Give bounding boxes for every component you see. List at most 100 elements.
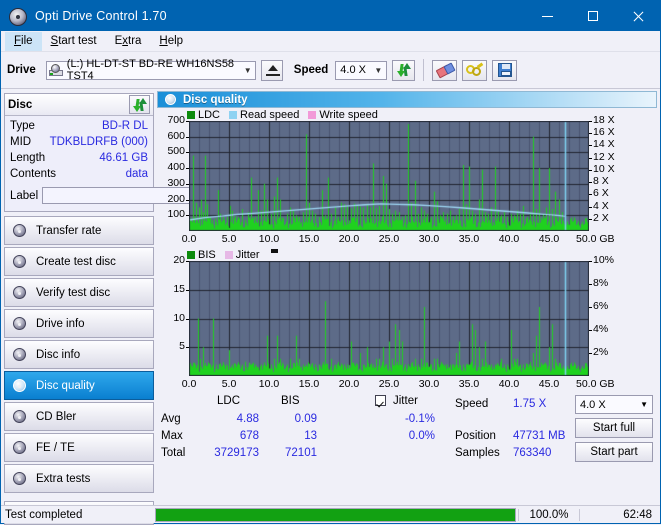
y2-axis-tickmark bbox=[589, 284, 592, 285]
y2-axis-tickmark bbox=[589, 158, 592, 159]
minimize-button[interactable] bbox=[525, 1, 570, 31]
stats-row-max-label: Max bbox=[161, 430, 183, 442]
disc-field-length: Length 46.61 GB bbox=[10, 150, 148, 166]
y-axis-tick: 200 bbox=[157, 193, 185, 205]
drive-icon bbox=[49, 64, 64, 77]
y2-axis-tickmark bbox=[589, 121, 592, 122]
sidebar-item-extra-tests[interactable]: Extra tests bbox=[4, 464, 154, 493]
y2-axis-tick: 2 X bbox=[593, 212, 609, 224]
y-axis-tick: 10 bbox=[157, 312, 185, 324]
y-axis-tick: 700 bbox=[157, 114, 185, 126]
x-axis-tick: 25.0 bbox=[376, 233, 402, 245]
stats-panel: LDC BIS Jitter Avg 4.88 0.09 -0.1% Max 6… bbox=[157, 393, 657, 467]
y2-axis-tick: 10% bbox=[593, 254, 614, 266]
sidebar-item-fe-te[interactable]: FE / TE bbox=[4, 433, 154, 462]
sidebar-item-transfer-rate[interactable]: Transfer rate bbox=[4, 216, 154, 245]
progress-percent: 100.0% bbox=[518, 509, 579, 521]
disc-field-mid-value: TDKBLDRFB (000) bbox=[50, 136, 148, 148]
erase-button[interactable] bbox=[432, 60, 457, 81]
legend-item-jitter: Jitter bbox=[225, 249, 260, 261]
menu-item-extra[interactable]: Extra bbox=[106, 32, 151, 51]
x-axis-tick: 40.0 bbox=[496, 378, 522, 390]
legend-label: Write speed bbox=[319, 109, 378, 121]
drive-select-value: (L:) HL-DT-ST BD-RE WH16NS58 TST4 bbox=[67, 58, 241, 82]
progress-fill bbox=[156, 509, 515, 521]
x-axis-tick: 25.0 bbox=[376, 378, 402, 390]
sidebar-item-verify-test-disc[interactable]: Verify test disc bbox=[4, 278, 154, 307]
maximize-button[interactable] bbox=[570, 1, 615, 31]
top-chart-legend: LDC Read speed Write speed bbox=[157, 108, 657, 121]
disc-field-contents: Contents data bbox=[10, 166, 148, 182]
disc-icon bbox=[8, 348, 30, 361]
y2-axis-tick: 16 X bbox=[593, 126, 615, 138]
top-chart: 1002003004005006007002 X4 X6 X8 X10 X12 … bbox=[157, 121, 657, 245]
stats-total-ldc: 3729173 bbox=[203, 447, 259, 459]
disc-field-mid: MID TDKBLDRFB (000) bbox=[10, 134, 148, 150]
speed-label: Speed bbox=[294, 64, 329, 76]
start-full-button[interactable]: Start full bbox=[575, 418, 653, 438]
sidebar-item-cd-bler[interactable]: CD Bler bbox=[4, 402, 154, 431]
y2-axis-tick: 4 X bbox=[593, 200, 609, 212]
legend-label: Jitter bbox=[236, 249, 260, 261]
menu-item-help[interactable]: Help bbox=[150, 32, 192, 51]
start-part-button[interactable]: Start part bbox=[575, 442, 653, 462]
refresh-button[interactable] bbox=[392, 60, 415, 81]
jitter-checkbox[interactable] bbox=[375, 395, 386, 406]
progress-bar bbox=[155, 508, 516, 522]
sidebar-item-disc-quality[interactable]: Disc quality bbox=[4, 371, 154, 400]
stats-samples-value: 763340 bbox=[513, 447, 551, 459]
sidebar-item-label: CD Bler bbox=[36, 411, 76, 423]
sidebar-item-label: Verify test disc bbox=[36, 287, 110, 299]
menu-item-file[interactable]: FFileile bbox=[5, 32, 42, 51]
sidebar-item-label: Create test disc bbox=[36, 256, 116, 268]
disc-refresh-button[interactable] bbox=[129, 95, 150, 114]
save-button[interactable] bbox=[492, 60, 517, 81]
y-axis-tickmark bbox=[186, 137, 189, 138]
y-axis-tickmark bbox=[186, 319, 189, 320]
sidebar-item-disc-info[interactable]: Disc info bbox=[4, 340, 154, 369]
chevron-down-icon: ▼ bbox=[640, 400, 648, 409]
x-axis-tick: 15.0 bbox=[296, 378, 322, 390]
x-axis-tick: 45.0 bbox=[536, 233, 562, 245]
x-axis-tick: 35.0 bbox=[456, 378, 482, 390]
disc-field-type: Type BD-R DL bbox=[10, 118, 148, 134]
refresh-icon bbox=[132, 98, 147, 112]
x-axis-tick: 10.0 bbox=[256, 233, 282, 245]
status-bar: Test completed 100.0% 62:48 bbox=[1, 505, 660, 523]
drive-select[interactable]: (L:) HL-DT-ST BD-RE WH16NS58 TST4 ▼ bbox=[46, 61, 256, 80]
x-axis-tick: 0.0 bbox=[176, 378, 202, 390]
y2-axis-tick: 8 X bbox=[593, 175, 609, 187]
toolbar-divider bbox=[423, 59, 424, 81]
sidebar: Disc Type BD-R DL MID TDKBLDRFB (000) bbox=[1, 89, 157, 491]
jitter-marker-icon bbox=[271, 249, 278, 253]
keys-button[interactable] bbox=[462, 60, 487, 81]
sidebar-item-drive-info[interactable]: Drive info bbox=[4, 309, 154, 338]
menu-item-start-test[interactable]: Start test bbox=[42, 32, 106, 51]
stats-col-jitter: Jitter bbox=[393, 395, 418, 407]
y2-axis-tickmark bbox=[589, 194, 592, 195]
eject-button[interactable] bbox=[261, 60, 283, 81]
y-axis-tick: 100 bbox=[157, 208, 185, 220]
y2-axis-tick: 8% bbox=[593, 277, 608, 289]
y-axis-tick: 500 bbox=[157, 145, 185, 157]
legend-label: BIS bbox=[198, 249, 216, 261]
refresh-icon bbox=[396, 63, 411, 77]
sidebar-item-create-test-disc[interactable]: Create test disc bbox=[4, 247, 154, 276]
disc-icon bbox=[8, 379, 30, 392]
disc-icon bbox=[8, 441, 30, 454]
x-axis-tick: 35.0 bbox=[456, 233, 482, 245]
close-button[interactable] bbox=[615, 1, 660, 31]
y2-axis-tickmark bbox=[589, 330, 592, 331]
save-icon bbox=[498, 63, 512, 77]
disc-icon bbox=[8, 472, 30, 485]
y2-axis-tick: 6% bbox=[593, 300, 608, 312]
legend-label: Read speed bbox=[240, 109, 299, 121]
x-axis-tick: 10.0 bbox=[256, 378, 282, 390]
speed-select[interactable]: 4.0 X ▼ bbox=[335, 61, 387, 80]
keys-icon bbox=[466, 63, 483, 77]
x-axis-tick: 15.0 bbox=[296, 233, 322, 245]
bottom-chart-legend: BIS Jitter bbox=[157, 248, 657, 261]
legend-label: LDC bbox=[198, 109, 220, 121]
menu-bar: FFileile Start test Extra Help bbox=[1, 31, 660, 52]
test-speed-select[interactable]: 4.0 X ▼ bbox=[575, 395, 653, 414]
